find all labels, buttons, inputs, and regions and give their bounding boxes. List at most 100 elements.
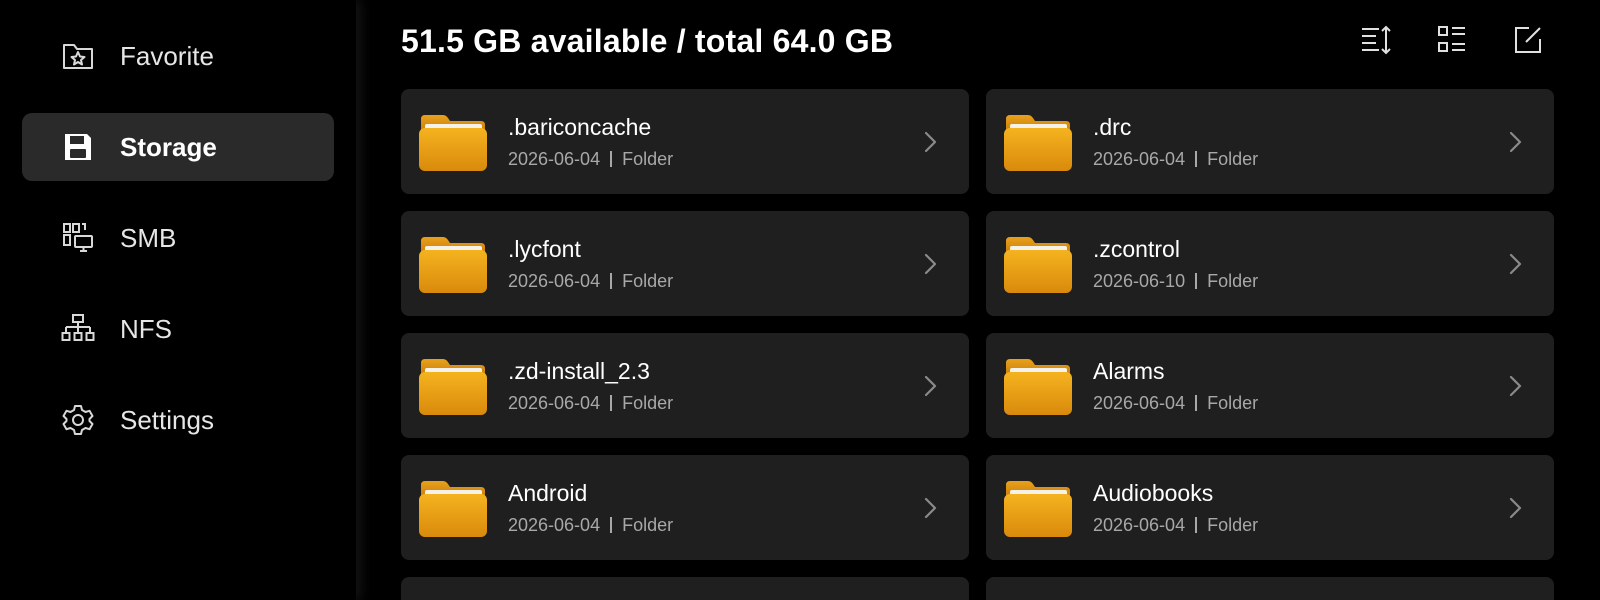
folder-icon [419,236,487,293]
file-item[interactable]: Audiobooks 2026-06-04 Folder [986,455,1554,560]
file-item[interactable]: .zd-install_2.3 2026-06-04 Folder [401,333,969,438]
file-info: .zcontrol 2026-06-10 Folder [1093,236,1500,292]
file-date: 2026-06-04 [508,514,601,535]
sidebar-item-nfs[interactable]: NFS [22,295,334,363]
folder-icon [1004,236,1072,293]
file-grid: .bariconcache 2026-06-04 Folder .drc 202… [401,89,1554,600]
sidebar-item-label: NFS [120,313,172,344]
file-item-partial[interactable] [401,577,969,600]
meta-divider [610,395,613,411]
file-type: Folder [1207,148,1259,169]
folder-icon [419,480,487,537]
edit-button[interactable] [1508,20,1548,60]
meta-divider [610,517,613,533]
file-meta: 2026-06-04 Folder [508,271,915,292]
chevron-right-icon [924,131,937,152]
file-name: .bariconcache [508,113,652,140]
file-item[interactable]: .zcontrol 2026-06-10 Folder [986,211,1554,316]
header: 51.5 GB available / total 64.0 GB [401,0,1554,86]
sidebar-item-label: Favorite [120,40,214,71]
folder-icon [419,114,487,171]
sidebar-item-label: Storage [120,131,217,162]
folder-icon [419,358,487,415]
file-item[interactable]: .bariconcache 2026-06-04 Folder [401,89,969,194]
meta-divider [1195,151,1198,167]
file-item[interactable]: Alarms 2026-06-04 Folder [986,333,1554,438]
file-date: 2026-06-04 [1093,514,1186,535]
file-manager-app: Favorite Storage SMB NFS Settings 51.5 G… [0,0,1600,600]
meta-divider [610,151,613,167]
file-type: Folder [1207,514,1259,535]
file-type: Folder [622,392,674,413]
file-info: Android 2026-06-04 Folder [508,480,915,536]
file-date: 2026-06-10 [1093,270,1186,291]
sidebar-item-storage[interactable]: Storage [22,113,334,181]
folder-icon [1004,358,1072,415]
file-date: 2026-06-04 [508,148,601,169]
file-meta: 2026-06-04 Folder [1093,515,1500,536]
file-info: .zd-install_2.3 2026-06-04 Folder [508,358,915,414]
file-date: 2026-06-04 [508,270,601,291]
edit-icon [1515,27,1541,53]
main-content: 51.5 GB available / total 64.0 GB .baric… [356,0,1600,600]
file-info: Alarms 2026-06-04 Folder [1093,358,1500,414]
file-name: Alarms [1093,357,1165,384]
file-item-partial[interactable] [986,577,1554,600]
file-type: Folder [1207,270,1259,291]
sidebar-item-label: SMB [120,222,177,253]
meta-divider [1195,395,1198,411]
save-disk-icon [60,129,96,165]
file-name: Android [508,479,588,506]
file-meta: 2026-06-04 Folder [1093,393,1500,414]
sidebar: Favorite Storage SMB NFS Settings [0,0,356,600]
file-name: .zd-install_2.3 [508,357,650,384]
meta-divider [610,273,613,289]
view-list-icon [1438,26,1465,52]
file-date: 2026-06-04 [508,392,601,413]
sort-icon [1362,25,1391,55]
file-meta: 2026-06-04 Folder [508,515,915,536]
file-meta: 2026-06-04 Folder [508,393,915,414]
file-date: 2026-06-04 [1093,148,1186,169]
sidebar-item-favorite[interactable]: Favorite [22,22,334,90]
file-meta: 2026-06-04 Folder [1093,149,1500,170]
chevron-right-icon [1509,253,1522,274]
sidebar-item-settings[interactable]: Settings [22,386,334,454]
sort-button[interactable] [1356,20,1396,60]
sidebar-item-smb[interactable]: SMB [22,204,334,272]
file-name: .lycfont [508,235,581,262]
gear-icon [60,402,96,438]
file-type: Folder [1207,392,1259,413]
file-date: 2026-06-04 [1093,392,1186,413]
network-tree-icon [60,311,96,347]
file-name: .zcontrol [1093,235,1180,262]
meta-divider [1195,517,1198,533]
file-info: Audiobooks 2026-06-04 Folder [1093,480,1500,536]
file-type: Folder [622,148,674,169]
folder-icon [1004,480,1072,537]
file-item[interactable]: Android 2026-06-04 Folder [401,455,969,560]
chevron-right-icon [1509,131,1522,152]
file-info: .bariconcache 2026-06-04 Folder [508,114,915,170]
meta-divider [1195,273,1198,289]
page-title: 51.5 GB available / total 64.0 GB [401,22,894,59]
chevron-right-icon [1509,497,1522,518]
file-meta: 2026-06-10 Folder [1093,271,1500,292]
file-info: .drc 2026-06-04 Folder [1093,114,1500,170]
file-type: Folder [622,270,674,291]
network-share-icon [60,220,96,256]
star-folder-icon [60,38,96,74]
view-list-button[interactable] [1432,20,1472,60]
file-meta: 2026-06-04 Folder [508,149,915,170]
file-name: .drc [1093,113,1132,140]
chevron-right-icon [924,253,937,274]
file-item[interactable]: .drc 2026-06-04 Folder [986,89,1554,194]
toolbar [1356,20,1548,60]
sidebar-item-label: Settings [120,404,214,435]
file-type: Folder [622,514,674,535]
folder-icon [1004,114,1072,171]
file-name: Audiobooks [1093,479,1214,506]
chevron-right-icon [924,497,937,518]
file-item[interactable]: .lycfont 2026-06-04 Folder [401,211,969,316]
chevron-right-icon [924,375,937,396]
